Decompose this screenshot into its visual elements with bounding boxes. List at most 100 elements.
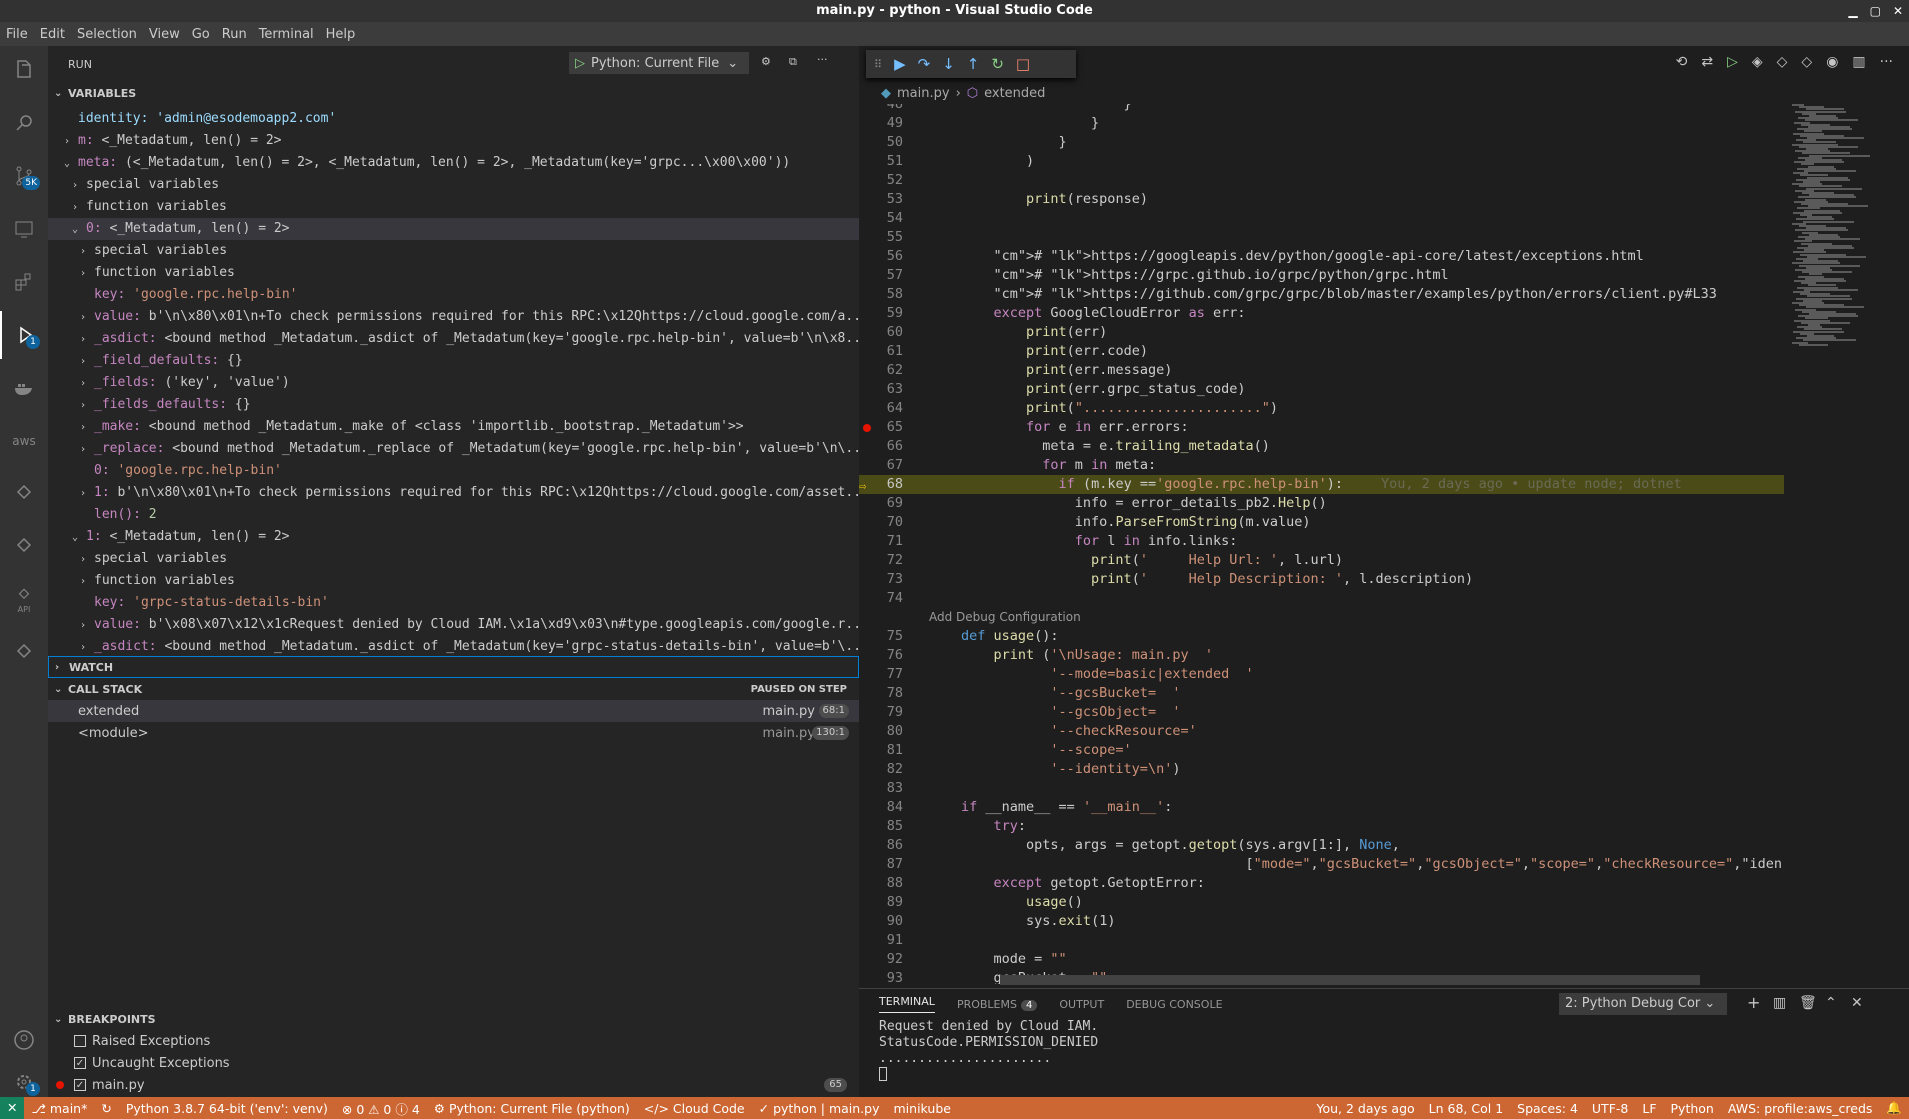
- chevron-right-icon[interactable]: ›: [72, 175, 86, 196]
- line-number[interactable]: 51: [859, 152, 903, 171]
- variable-row[interactable]: › _replace: <bound method _Metadatum._rep…: [48, 438, 859, 460]
- line-number[interactable]: 58: [859, 285, 903, 304]
- line-number[interactable]: 54: [859, 209, 903, 228]
- debug-status[interactable]: ⚙ Python: Current File (python): [427, 1101, 637, 1116]
- variable-row[interactable]: › function variables: [48, 570, 859, 592]
- code-editor[interactable]: 48 } 49 } 50 } 51 ) 52 53 print(response) 54 55…: [859, 104, 1799, 984]
- code-line[interactable]: 73 print(' Help Description: ', l.descri…: [859, 570, 1784, 589]
- line-number[interactable]: 56: [859, 247, 903, 266]
- line-number[interactable]: 82: [859, 760, 903, 779]
- launch-config-select[interactable]: ▷ Python: Current File ⌄: [569, 52, 749, 74]
- run-file-icon[interactable]: ▷: [1727, 54, 1738, 70]
- code-line[interactable]: 59 except GoogleCloudError as err:: [859, 304, 1784, 323]
- more-actions-icon[interactable]: ···: [817, 53, 828, 66]
- continue-icon[interactable]: ▶: [894, 55, 906, 73]
- close-panel-icon[interactable]: ✕: [1851, 995, 1863, 1011]
- code-line[interactable]: 70 info.ParseFromString(m.value): [859, 513, 1784, 532]
- step-over-icon[interactable]: ↷: [918, 55, 931, 73]
- menu-selection[interactable]: Selection: [71, 27, 143, 42]
- code-line[interactable]: 53 print(response): [859, 190, 1784, 209]
- code-line[interactable]: 60 print(err): [859, 323, 1784, 342]
- line-number[interactable]: 62: [859, 361, 903, 380]
- notifications-icon[interactable]: 🔔: [1879, 1100, 1909, 1116]
- variables-header[interactable]: ⌄ VARIABLES: [48, 82, 859, 104]
- code-line[interactable]: 61 print(err.code): [859, 342, 1784, 361]
- line-number[interactable]: 49: [859, 114, 903, 133]
- line-number[interactable]: 86: [859, 836, 903, 855]
- code-line[interactable]: 68 if (m.key =='google.rpc.help-bin'): Yo…: [859, 475, 1784, 494]
- chevron-right-icon[interactable]: ›: [80, 329, 94, 350]
- problems-status[interactable]: ⊗ 0 ⚠ 0 ⓘ 4: [335, 1099, 427, 1118]
- aws-profile[interactable]: AWS: profile:aws_creds: [1721, 1101, 1880, 1116]
- api-icon[interactable]: API: [0, 576, 48, 624]
- tab-problems[interactable]: PROBLEMS 4: [957, 998, 1038, 1011]
- variable-row[interactable]: identity: 'admin@esodemoapp2.com': [48, 108, 859, 130]
- variable-row[interactable]: › value: b'\n\x80\x01\n+To check permissi…: [48, 306, 859, 328]
- code-line[interactable]: 65 for e in err.errors:: [859, 418, 1784, 437]
- line-number[interactable]: 75: [859, 627, 903, 646]
- variable-row[interactable]: › _fields: ('key', 'value'): [48, 372, 859, 394]
- code-line[interactable]: 69 info = error_details_pb2.Help(): [859, 494, 1784, 513]
- chevron-right-icon[interactable]: ›: [80, 417, 94, 438]
- variable-row[interactable]: › value: b'\x08\x07\x12\x1cRequest denied…: [48, 614, 859, 636]
- line-number[interactable]: 81: [859, 741, 903, 760]
- chevron-right-icon[interactable]: ›: [80, 439, 94, 460]
- line-number[interactable]: 73: [859, 570, 903, 589]
- code-line[interactable]: 79 '--gcsObject= ': [859, 703, 1784, 722]
- line-number[interactable]: 60: [859, 323, 903, 342]
- line-number[interactable]: 52: [859, 171, 903, 190]
- trash-icon[interactable]: 🗑: [1799, 995, 1817, 1011]
- aws-icon[interactable]: aws: [0, 417, 48, 465]
- prev-change-icon[interactable]: ◇: [1777, 54, 1788, 70]
- cursor-position[interactable]: Ln 68, Col 1: [1422, 1101, 1511, 1116]
- menu-file[interactable]: File: [0, 27, 34, 42]
- chevron-right-icon[interactable]: ›: [80, 307, 94, 328]
- chevron-right-icon[interactable]: ›: [80, 351, 94, 372]
- breadcrumb-file[interactable]: main.py: [897, 86, 950, 101]
- code-line[interactable]: 62 print(err.message): [859, 361, 1784, 380]
- line-number[interactable]: 72: [859, 551, 903, 570]
- line-number[interactable]: 71: [859, 532, 903, 551]
- new-terminal-icon[interactable]: +: [1747, 993, 1760, 1012]
- tab-terminal[interactable]: TERMINAL: [879, 995, 935, 1013]
- code-line[interactable]: 74: [859, 589, 1784, 608]
- variable-row[interactable]: len(): 2: [48, 504, 859, 526]
- line-number[interactable]: 66: [859, 437, 903, 456]
- menu-edit[interactable]: Edit: [34, 27, 71, 42]
- variable-row[interactable]: key: 'google.rpc.help-bin': [48, 284, 859, 306]
- chevron-right-icon[interactable]: ›: [80, 549, 94, 570]
- run-debug-icon[interactable]: 1: [0, 311, 48, 359]
- remote-indicator-icon[interactable]: ✕: [0, 1097, 25, 1119]
- next-change-icon[interactable]: ◇: [1801, 54, 1812, 70]
- terminal-select[interactable]: 2: Python Debug Cor ⌄: [1559, 993, 1727, 1015]
- callstack-header[interactable]: ⌄ CALL STACK PAUSED ON STEP: [48, 678, 859, 700]
- code-line[interactable]: 90 sys.exit(1): [859, 912, 1784, 931]
- debug-console-icon[interactable]: ⧉: [789, 55, 797, 69]
- line-number[interactable]: 76: [859, 646, 903, 665]
- more-actions-icon[interactable]: ···: [1880, 54, 1893, 70]
- chevron-right-icon[interactable]: ›: [80, 373, 94, 394]
- chevron-right-icon[interactable]: ›: [80, 241, 94, 262]
- watch-header[interactable]: › WATCH: [48, 656, 859, 678]
- code-line[interactable]: 67 for m in meta:: [859, 456, 1784, 475]
- code-line[interactable]: 77 '--mode=basic|extended ': [859, 665, 1784, 684]
- line-number[interactable]: 50: [859, 133, 903, 152]
- drag-handle-icon[interactable]: ⠿: [874, 58, 882, 71]
- code-line[interactable]: 82 '--identity=\n'): [859, 760, 1784, 779]
- breakpoint-raised-exceptions[interactable]: Raised Exceptions: [48, 1030, 859, 1052]
- line-number[interactable]: 89: [859, 893, 903, 912]
- line-number[interactable]: 84: [859, 798, 903, 817]
- line-number[interactable]: 63: [859, 380, 903, 399]
- line-number[interactable]: 93: [859, 969, 903, 984]
- variable-row[interactable]: › special variables: [48, 174, 859, 196]
- gear-icon[interactable]: ⚙: [761, 55, 771, 68]
- variable-row[interactable]: › _asdict: <bound method _Metadatum._asdi…: [48, 328, 859, 350]
- code-line[interactable]: 81 '--scope=': [859, 741, 1784, 760]
- cloud-code-2-icon[interactable]: [0, 523, 48, 571]
- restart-icon[interactable]: ↻: [991, 55, 1004, 73]
- line-number[interactable]: 85: [859, 817, 903, 836]
- line-number[interactable]: 83: [859, 779, 903, 798]
- code-line[interactable]: 84 if __name__ == '__main__':: [859, 798, 1784, 817]
- code-line[interactable]: 55: [859, 228, 1784, 247]
- line-number[interactable]: 70: [859, 513, 903, 532]
